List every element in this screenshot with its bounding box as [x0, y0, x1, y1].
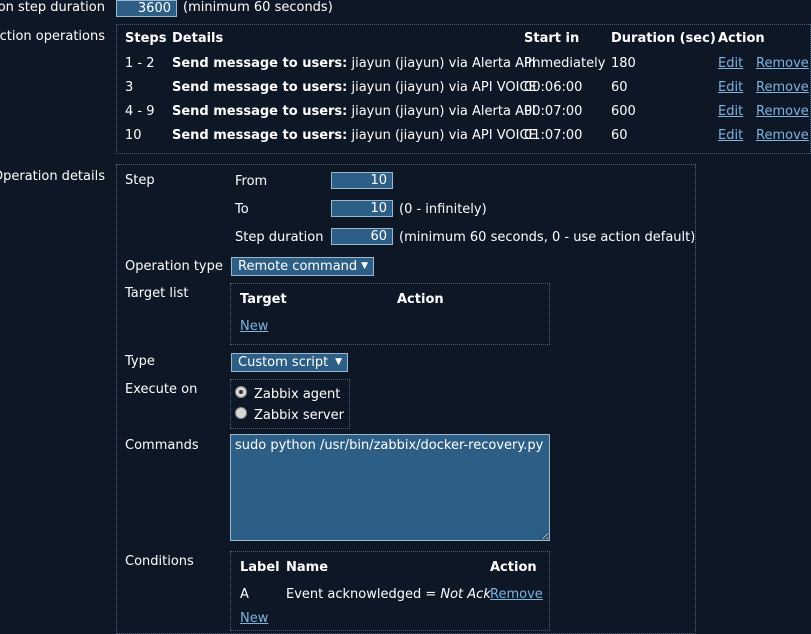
step-duration-label: on step duration: [0, 0, 105, 15]
edit-link[interactable]: Edit: [718, 104, 743, 119]
operation-row-details: Send message to users: jiayun (jiayun) v…: [172, 56, 536, 71]
zabbix-agent-label[interactable]: Zabbix agent: [254, 387, 340, 402]
condition-row-label: A: [240, 587, 249, 602]
step-duration-sub-hint: (minimum 60 seconds, 0 - use action defa…: [399, 230, 696, 245]
conditions-col-name: Name: [286, 560, 329, 575]
edit-link[interactable]: Edit: [718, 56, 743, 71]
target-col-action: Action: [397, 292, 444, 307]
conditions-new-link[interactable]: New: [240, 611, 268, 626]
remove-link[interactable]: Remove: [756, 104, 809, 119]
conditions-col-label: Label: [240, 560, 280, 575]
step-to-input[interactable]: 10: [331, 200, 393, 217]
step-from-input[interactable]: 10: [331, 172, 393, 189]
condition-name-text: Event acknowledged =: [286, 587, 441, 602]
operation-row-duration: 180: [611, 56, 636, 71]
remove-link[interactable]: Remove: [756, 80, 809, 95]
col-details: Details: [172, 31, 224, 46]
target-list-label: Target list: [125, 286, 189, 301]
details-bold: Send message to users:: [172, 80, 348, 95]
operation-row-steps: 1 - 2: [125, 56, 155, 71]
chevron-down-icon: ▼: [361, 261, 368, 271]
operation-row-start: Immediately: [524, 56, 606, 71]
type-value: Custom script: [238, 355, 329, 370]
conditions-col-action: Action: [490, 560, 537, 575]
remove-link[interactable]: Remove: [756, 128, 809, 143]
operation-row-steps: 10: [125, 128, 142, 143]
details-rest: jiayun (jiayun) via API VOICE: [347, 128, 537, 143]
condition-row-name: Event acknowledged = Not Ack: [286, 587, 491, 602]
operation-row-duration: 60: [611, 128, 628, 143]
operation-row-steps: 4 - 9: [125, 104, 155, 119]
details-bold: Send message to users:: [172, 56, 348, 71]
col-action: Action: [718, 31, 765, 46]
operation-row-start: 00:07:00: [524, 104, 583, 119]
details-bold: Send message to users:: [172, 128, 348, 143]
step-duration-sub-label: Step duration: [235, 230, 324, 245]
step-duration-input[interactable]: 3600: [116, 0, 177, 17]
condition-remove-link[interactable]: Remove: [490, 587, 543, 602]
conditions-label: Conditions: [125, 554, 194, 569]
step-label: Step: [125, 173, 155, 188]
details-rest: jiayun (jiayun) via Alerta API: [347, 104, 536, 119]
commands-textarea[interactable]: [230, 434, 550, 541]
operation-row-start: 01:07:00: [524, 128, 583, 143]
details-rest: jiayun (jiayun) via API VOICE: [347, 80, 537, 95]
type-select[interactable]: Custom script ▼: [231, 353, 348, 372]
zabbix-server-radio[interactable]: [235, 407, 247, 419]
operation-row-start: 00:06:00: [524, 80, 583, 95]
from-label: From: [235, 174, 268, 189]
operation-type-value: Remote command: [238, 259, 358, 274]
to-label: To: [235, 202, 249, 217]
condition-name-value: Not Ack: [440, 587, 491, 602]
operation-type-select[interactable]: Remote command ▼: [231, 257, 374, 276]
remove-link[interactable]: Remove: [756, 56, 809, 71]
operation-details-label: Operation details: [0, 169, 105, 184]
operation-row-details: Send message to users: jiayun (jiayun) v…: [172, 104, 536, 119]
target-col-target: Target: [240, 292, 287, 307]
operation-row-details: Send message to users: jiayun (jiayun) v…: [172, 128, 537, 143]
edit-link[interactable]: Edit: [718, 80, 743, 95]
type-label: Type: [125, 354, 155, 369]
operation-row-duration: 60: [611, 80, 628, 95]
operation-row-duration: 600: [611, 104, 636, 119]
commands-label: Commands: [125, 438, 199, 453]
details-rest: jiayun (jiayun) via Alerta API: [347, 56, 536, 71]
operation-row-details: Send message to users: jiayun (jiayun) v…: [172, 80, 537, 95]
zabbix-server-label[interactable]: Zabbix server: [254, 408, 344, 423]
col-steps: Steps: [125, 31, 167, 46]
operation-type-label: Operation type: [125, 259, 223, 274]
zabbix-agent-radio[interactable]: [235, 386, 247, 398]
operation-row-steps: 3: [125, 80, 134, 95]
col-start-in: Start in: [524, 31, 580, 46]
target-new-link[interactable]: New: [240, 319, 268, 334]
execute-on-label: Execute on: [125, 382, 198, 397]
chevron-down-icon: ▼: [335, 357, 342, 367]
col-duration: Duration (sec): [611, 31, 716, 46]
step-duration-sub-input[interactable]: 60: [331, 228, 393, 245]
edit-link[interactable]: Edit: [718, 128, 743, 143]
details-bold: Send message to users:: [172, 104, 348, 119]
step-duration-hint: (minimum 60 seconds): [183, 0, 333, 15]
step-to-hint: (0 - infinitely): [399, 202, 487, 217]
action-operations-label: Action operations: [0, 29, 105, 44]
